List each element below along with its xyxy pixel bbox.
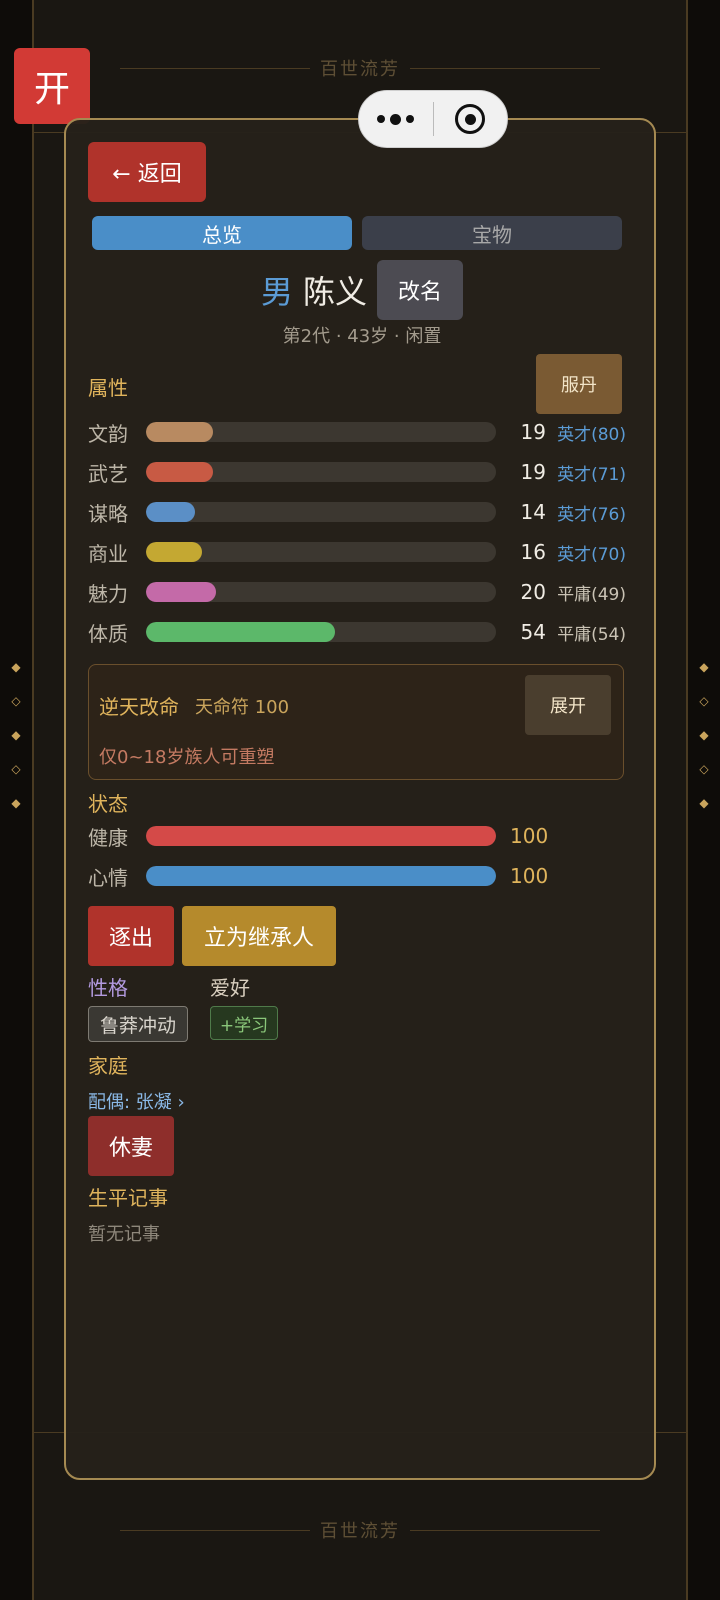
attribute-bar-fill [146, 502, 195, 522]
attribute-value: 16 [520, 540, 546, 564]
attribute-bar [146, 502, 496, 522]
attribute-row: 商业 16 英才(70) [88, 532, 628, 572]
bottom-banner: 百世流芳 [0, 1512, 720, 1548]
fate-token-count: 天命符 100 [195, 697, 290, 718]
expand-button[interactable]: 展开 [525, 675, 611, 735]
fate-note: 仅0~18岁族人可重塑 [99, 747, 275, 768]
set-heir-button[interactable]: 立为继承人 [182, 906, 336, 966]
status-row: 心情 100 [88, 856, 628, 896]
attribute-bar [146, 542, 496, 562]
status-bar [146, 866, 496, 886]
back-button[interactable]: ← 返回 [88, 142, 206, 202]
rename-button[interactable]: 改名 [377, 260, 464, 320]
attribute-bar-fill [146, 422, 213, 442]
member-detail-panel: ← 返回 总览 宝物 男 陈义 改名 第2代 · 43岁 · 闲置 属性 服丹 … [64, 118, 656, 1480]
banner-text: 百世流芳 [320, 59, 400, 80]
take-elixir-button[interactable]: 服丹 [536, 354, 622, 414]
fate-change-box: 逆天改命 天命符 100 展开 仅0~18岁族人可重塑 [88, 664, 624, 780]
status-bar-fill [146, 826, 496, 846]
member-name: 陈义 [303, 273, 368, 311]
name-row: 男 陈义 改名 [66, 260, 658, 320]
tab-treasures[interactable]: 宝物 [362, 216, 622, 250]
attribute-grade: 平庸(49) [557, 584, 626, 605]
attribute-label: 武艺 [88, 461, 128, 486]
attribute-label: 体质 [88, 621, 128, 646]
left-diamond-decoration: ◆ ◇ ◆ ◇ ◆ [11, 660, 21, 810]
attribute-value: 54 [520, 620, 546, 644]
attribute-bar [146, 582, 496, 602]
attribute-bar-fill [146, 582, 216, 602]
attribute-label: 文韵 [88, 421, 128, 446]
hobby-tag: +学习 [210, 1006, 278, 1040]
open-button[interactable]: 开 [14, 48, 90, 124]
attribute-row: 魅力 20 平庸(49) [88, 572, 628, 612]
close-miniprogram-icon[interactable] [434, 104, 508, 134]
status-label: 健康 [88, 825, 128, 850]
attribute-row: 谋略 14 英才(76) [88, 492, 628, 532]
banner-text: 百世流芳 [320, 1521, 400, 1542]
attribute-bar-fill [146, 542, 202, 562]
status-value: 100 [510, 864, 549, 888]
attribute-row: 武艺 19 英才(71) [88, 452, 628, 492]
personality-title: 性格 [88, 976, 128, 1000]
right-diamond-decoration: ◆ ◇ ◆ ◇ ◆ [699, 660, 709, 810]
attribute-bar [146, 422, 496, 442]
attribute-value: 19 [520, 420, 546, 444]
divorce-button[interactable]: 休妻 [88, 1116, 174, 1176]
status-bar-fill [146, 866, 496, 886]
attribute-value: 19 [520, 460, 546, 484]
attribute-bar-fill [146, 622, 335, 642]
status-bar [146, 826, 496, 846]
attribute-label: 魅力 [88, 581, 128, 606]
spouse-link[interactable]: 配偶: 张凝 › [88, 1088, 185, 1114]
status-label: 心情 [88, 865, 128, 890]
attribute-grade: 英才(71) [557, 464, 626, 485]
more-menu-icon[interactable] [359, 113, 433, 125]
tab-overview[interactable]: 总览 [92, 216, 352, 250]
attributes-title: 属性 [88, 376, 128, 400]
records-title: 生平记事 [88, 1186, 168, 1210]
top-banner: 百世流芳 [0, 50, 720, 86]
attribute-row: 体质 54 平庸(54) [88, 612, 628, 652]
records-empty-text: 暂无记事 [88, 1224, 160, 1245]
attribute-row: 文韵 19 英才(80) [88, 412, 628, 452]
attribute-grade: 平庸(54) [557, 624, 626, 645]
hobby-title: 爱好 [210, 976, 250, 1000]
attribute-grade: 英才(70) [557, 544, 626, 565]
attribute-grade: 英才(80) [557, 424, 626, 445]
expel-button[interactable]: 逐出 [88, 906, 174, 966]
attribute-label: 商业 [88, 541, 128, 566]
member-subtitle: 第2代 · 43岁 · 闲置 [282, 326, 442, 347]
fate-title: 逆天改命 [99, 695, 179, 719]
status-row: 健康 100 [88, 816, 628, 856]
attribute-value: 20 [520, 580, 546, 604]
attribute-bar [146, 462, 496, 482]
attribute-value: 14 [520, 500, 546, 524]
attribute-grade: 英才(76) [557, 504, 626, 525]
gender-label: 男 [260, 273, 293, 311]
attribute-bar-fill [146, 462, 213, 482]
attribute-bar [146, 622, 496, 642]
status-title: 状态 [88, 792, 128, 816]
tab-bar: 总览 宝物 [92, 216, 622, 250]
personality-tag: 鲁莽冲动 [88, 1006, 188, 1042]
miniprogram-capsule [358, 90, 508, 148]
status-value: 100 [510, 824, 549, 848]
family-title: 家庭 [88, 1054, 128, 1078]
attribute-label: 谋略 [88, 501, 128, 526]
